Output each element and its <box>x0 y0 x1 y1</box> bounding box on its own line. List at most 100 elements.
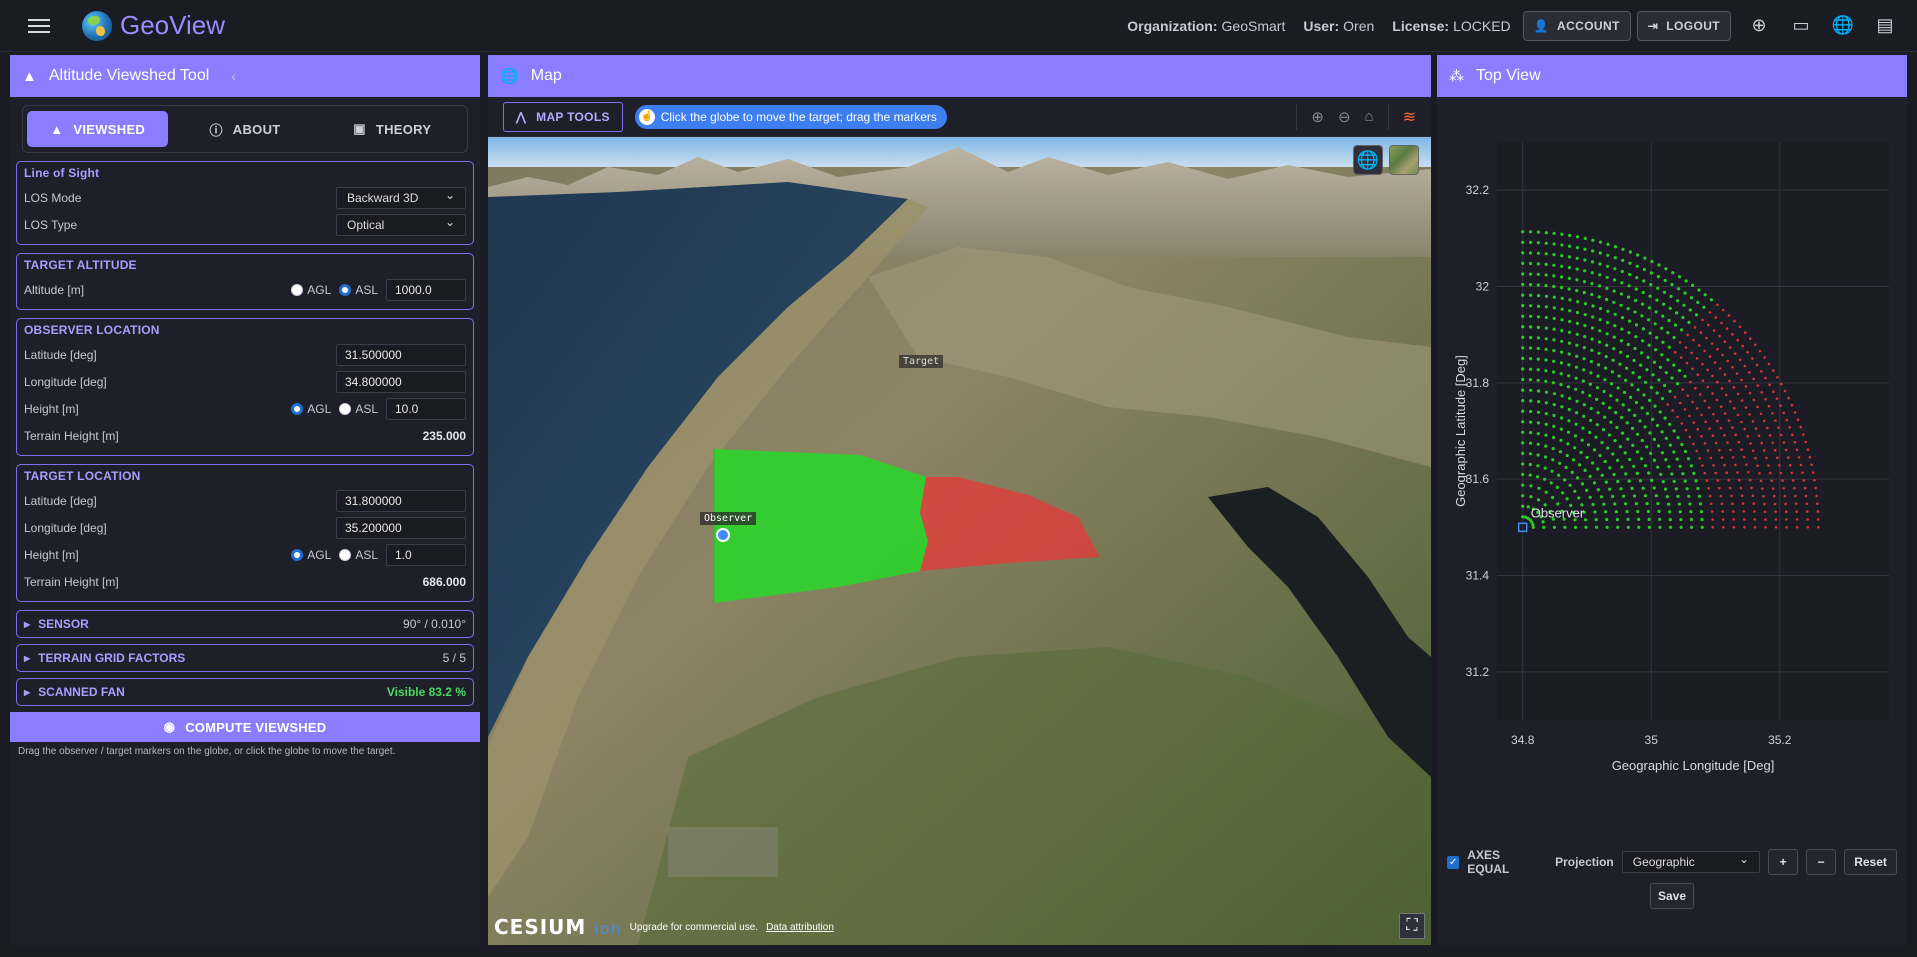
observer-lon-label: Longitude [deg] <box>24 374 107 389</box>
save-button[interactable]: Save <box>1650 883 1694 909</box>
target-asl-radio[interactable]: ASL <box>339 548 378 562</box>
hidden-point <box>1703 399 1707 403</box>
monitor-icon[interactable]: ▭ <box>1791 15 1811 36</box>
layers-icon[interactable]: ≋ <box>1403 107 1416 127</box>
hidden-point <box>1745 463 1748 467</box>
radio-label: ASL <box>355 401 378 416</box>
reset-button[interactable]: Reset <box>1844 849 1897 875</box>
altitude-agl-radio[interactable]: AGL <box>291 283 331 297</box>
scatter-chart[interactable]: 34.8 35 35.2 31.2 31.4 31.6 31.8 32 32.2 Geograph… <box>1437 97 1907 847</box>
hidden-point <box>1723 463 1726 467</box>
altitude-input[interactable]: 1000.0 <box>386 278 466 301</box>
hidden-point <box>1743 526 1746 529</box>
visible-point <box>1680 328 1684 332</box>
visible-point <box>1590 348 1594 352</box>
hidden-point <box>1698 457 1701 460</box>
visible-point <box>1528 473 1532 477</box>
visible-point <box>1628 261 1632 265</box>
hidden-point <box>1671 409 1674 412</box>
zoom-plus-button[interactable]: + <box>1768 849 1799 875</box>
globe-view[interactable]: Target Observer 🌐 CESIUM ion Upgrade for… <box>488 137 1431 945</box>
visible-point <box>1544 412 1548 416</box>
los-section: Line of Sight LOS Mode Backward 3D LOS T… <box>16 161 474 245</box>
hidden-point <box>1730 494 1733 498</box>
visible-point <box>1590 271 1594 275</box>
imagery-picker-button[interactable] <box>1389 145 1419 175</box>
menu-icon[interactable] <box>28 15 50 37</box>
visible-point <box>1583 258 1587 262</box>
visible-point <box>1598 273 1602 277</box>
visible-point <box>1521 230 1525 234</box>
visible-point <box>1630 383 1634 387</box>
tab-viewshed[interactable]: ▲ VIEWSHED <box>27 111 169 147</box>
visible-point <box>1597 340 1602 344</box>
map-toolbar: ⋀ MAP TOOLS ☝ Click the globe to move th… <box>488 97 1431 137</box>
target-marker-label[interactable]: Target <box>899 355 944 368</box>
visible-point <box>1552 242 1556 246</box>
logout-button[interactable]: ⇥ LOGOUT <box>1636 10 1731 41</box>
chat-icon[interactable]: ▤ <box>1875 15 1895 36</box>
hidden-point <box>1785 526 1788 529</box>
add-circle-icon[interactable]: ⊕ <box>1749 15 1769 36</box>
visible-point <box>1615 398 1619 402</box>
altitude-asl-radio[interactable]: ASL <box>339 283 378 297</box>
globe-icon[interactable]: 🌐 <box>1832 15 1854 36</box>
scanned-fan-section[interactable]: ▶ SCANNED FAN Visible 83.2 % <box>16 678 474 706</box>
tab-theory[interactable]: ▣ THEORY <box>322 111 463 147</box>
los-mode-select[interactable]: Backward 3D <box>336 186 466 209</box>
hidden-point <box>1774 419 1777 422</box>
target-height-input[interactable]: 1.0 <box>386 543 466 566</box>
observer-agl-radio[interactable]: AGL <box>291 402 331 416</box>
hidden-point <box>1806 518 1809 521</box>
zoom-in-icon[interactable]: ⊕ <box>1311 108 1324 126</box>
hidden-point <box>1802 433 1805 436</box>
account-label: ACCOUNT <box>1557 18 1620 33</box>
compute-viewshed-button[interactable]: ◉ COMPUTE VIEWSHED <box>10 712 480 742</box>
visible-point <box>1552 392 1556 396</box>
hidden-point <box>1779 433 1783 437</box>
target-agl-radio[interactable]: AGL <box>291 548 331 562</box>
los-type-select[interactable]: Optical <box>336 213 466 236</box>
top-view-plot[interactable]: 34.8 35 35.2 31.2 31.4 31.6 31.8 32 32.2 Geograph… <box>1437 97 1907 847</box>
visible-point <box>1677 275 1682 279</box>
collapse-icon[interactable]: ‹ <box>231 68 236 84</box>
hidden-point <box>1722 526 1725 529</box>
observer-height-input[interactable]: 10.0 <box>386 397 466 420</box>
visible-point <box>1631 371 1635 375</box>
visible-point <box>1649 451 1653 455</box>
home-icon[interactable]: ⌂ <box>1365 108 1374 125</box>
visible-point <box>1560 405 1564 409</box>
visible-point <box>1603 459 1607 464</box>
account-button[interactable]: 👤 ACCOUNT <box>1522 10 1631 41</box>
projection-select[interactable]: Geographic <box>1621 851 1761 873</box>
target-lon-input[interactable]: 35.200000 <box>336 516 466 539</box>
visible-point <box>1565 497 1569 501</box>
visible-point <box>1689 517 1693 522</box>
hidden-point <box>1721 518 1725 521</box>
observer-lat-input[interactable]: 31.500000 <box>336 343 466 366</box>
sensor-section[interactable]: ▶ SENSOR 90° / 0.010° <box>16 610 474 638</box>
target-lat-input[interactable]: 31.800000 <box>336 489 466 512</box>
map-tools-button[interactable]: ⋀ MAP TOOLS <box>503 101 623 132</box>
observer-lon-input[interactable]: 34.800000 <box>336 370 466 393</box>
axes-equal-checkbox[interactable]: ✓ <box>1447 855 1460 869</box>
observer-marker-label[interactable]: Observer <box>700 512 757 525</box>
hidden-point <box>1784 502 1787 506</box>
zoom-minus-button[interactable]: − <box>1806 849 1837 875</box>
tab-about[interactable]: ⓘ ABOUT <box>174 111 315 147</box>
globe-mode-button[interactable]: 🌐 <box>1353 145 1383 175</box>
visible-point <box>1596 467 1600 471</box>
terrain-grid-section[interactable]: ▶ TERRAIN GRID FACTORS 5 / 5 <box>16 644 474 672</box>
observer-marker[interactable] <box>716 528 730 542</box>
visible-point <box>1585 488 1589 492</box>
hidden-point <box>1741 344 1744 348</box>
observer-asl-radio[interactable]: ASL <box>339 402 378 416</box>
visible-point <box>1583 468 1587 472</box>
hidden-point <box>1780 382 1783 386</box>
hidden-point <box>1720 502 1724 506</box>
data-attribution-link[interactable]: Data attribution <box>766 922 834 933</box>
visible-point <box>1591 304 1595 308</box>
zoom-out-icon[interactable]: ⊖ <box>1338 108 1351 126</box>
visible-point <box>1686 457 1691 461</box>
fullscreen-icon[interactable]: ⛶ <box>1399 913 1425 939</box>
